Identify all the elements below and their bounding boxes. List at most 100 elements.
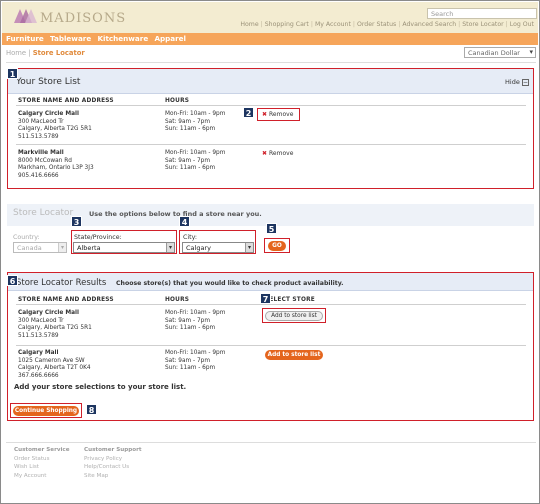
add-to-store-list-button[interactable]: Add to store list — [265, 311, 323, 321]
hide-label: Hide — [505, 78, 520, 86]
search-input[interactable]: Search — [427, 8, 537, 19]
hide-toggle[interactable]: Hide − — [505, 78, 529, 86]
footer-heading: Customer Support — [84, 447, 142, 453]
remove-button[interactable]: ✖ Remove — [262, 111, 293, 118]
breadcrumb-separator: | — [28, 49, 31, 57]
footer-customer-support: Customer Support Privacy Policy Help/Con… — [84, 446, 142, 480]
link-my-account[interactable]: My Account — [315, 21, 351, 28]
city-label: City: — [183, 234, 198, 241]
add-to-store-list-button[interactable]: Add to store list — [265, 350, 323, 360]
country-value: Canada — [17, 244, 42, 252]
hours-weekday: Mon-Fri: 10am - 9pm — [165, 150, 226, 156]
divider — [16, 144, 526, 145]
brand-name: MADISONS — [40, 10, 127, 26]
col-header-store: STORE NAME AND ADDRESS — [18, 297, 114, 303]
divider — [16, 345, 526, 346]
city-select[interactable]: Calgary ▾ — [182, 242, 254, 253]
store-name: Calgary Circle Mall — [18, 111, 79, 117]
footer-link[interactable]: Order Status — [14, 456, 50, 462]
hours-weekday: Mon-Fri: 10am - 9pm — [165, 111, 226, 117]
hours-saturday: Sat: 9am - 7pm — [165, 157, 210, 164]
footer-link[interactable]: Site Map — [84, 473, 108, 479]
footer-link[interactable]: My Account — [14, 473, 47, 479]
col-header-hours: HOURS — [165, 297, 190, 303]
nav-kitchenware[interactable]: Kitchenware — [97, 34, 148, 43]
footer-divider — [6, 442, 536, 443]
nav-tableware[interactable]: Tableware — [50, 34, 91, 43]
link-home[interactable]: Home — [240, 21, 258, 28]
footer-customer-service: Customer Service Order Status Wish List … — [14, 446, 70, 480]
results-title: Store Locator Results — [16, 278, 107, 288]
currency-select[interactable]: Canadian Dollar — [464, 47, 536, 58]
country-select[interactable]: Canada ▾ — [13, 242, 67, 253]
col-header-hours: HOURS — [165, 98, 190, 104]
link-shopping-cart[interactable]: Shopping Cart — [265, 21, 309, 28]
results-instruction: Choose store(s) that you would like to c… — [116, 280, 344, 287]
country-label: Country: — [13, 234, 40, 241]
page: MADISONS Search Home | Shopping Cart | My Ac… — [0, 0, 540, 504]
city-value: Calgary — [186, 244, 211, 252]
brand-logo[interactable]: MADISONS — [14, 8, 126, 28]
nav-apparel[interactable]: Apparel — [154, 34, 186, 43]
remove-label: Remove — [269, 111, 294, 118]
store-city: Calgary, Alberta T2T 0K4 — [18, 365, 91, 371]
store-list-panel: Your Store List Hide − STORE NAME AND AD… — [7, 68, 534, 189]
store-name: Calgary Circle Mall — [18, 310, 79, 316]
footer-link[interactable]: Privacy Policy — [84, 456, 122, 462]
callout-6: 6 — [7, 275, 18, 286]
store-phone: 511.513.5789 — [18, 133, 59, 140]
hours-sunday: Sun: 11am - 6pm — [165, 165, 216, 171]
store-address: 8000 McCowan Rd — [18, 157, 72, 164]
chevron-down-icon: ▾ — [58, 243, 66, 252]
collapse-icon: − — [521, 78, 529, 86]
locator-title: Store Locator — [13, 208, 74, 218]
footer-link[interactable]: Help/Contact Us — [84, 464, 129, 470]
hours-sunday: Sun: 11am - 6pm — [165, 325, 216, 331]
store-list-item: Markville Mall 8000 McCowan Rd Markham, … — [18, 150, 94, 180]
add-selections-text: Add your store selections to your store … — [14, 383, 187, 391]
hours-sunday: Sun: 11am - 6pm — [165, 365, 216, 371]
state-value: Alberta — [77, 244, 101, 252]
remove-icon: ✖ — [262, 111, 268, 118]
store-phone: 905.416.6666 — [18, 172, 59, 179]
store-address: 300 MacLeod Tr — [18, 317, 64, 324]
store-city: Markham, Ontario L3P 3J3 — [18, 165, 94, 171]
hours-sunday: Sun: 11am - 6pm — [165, 126, 216, 132]
col-header-store: STORE NAME AND ADDRESS — [18, 98, 114, 104]
go-button[interactable]: GO — [268, 241, 286, 251]
footer-link[interactable]: Wish List — [14, 464, 39, 470]
callout-3: 3 — [71, 216, 82, 227]
remove-button[interactable]: ✖ Remove — [262, 150, 293, 157]
remove-label: Remove — [269, 150, 294, 157]
store-name: Calgary Mall — [18, 350, 59, 356]
store-hours: Mon-Fri: 10am - 9pm Sat: 9am - 7pm Sun: … — [165, 150, 225, 173]
result-item: Calgary Circle Mall 300 MacLeod Tr Calga… — [18, 310, 92, 340]
store-phone: 367.666.6666 — [18, 372, 59, 379]
state-select[interactable]: Alberta ▾ — [73, 242, 175, 253]
callout-5: 5 — [266, 223, 277, 234]
locator-instruction: Use the options below to find a store ne… — [89, 210, 262, 218]
hours-weekday: Mon-Fri: 10am - 9pm — [165, 350, 226, 356]
header-bar: MADISONS Search Home | Shopping Cart | My Ac… — [2, 2, 538, 33]
callout-4: 4 — [179, 216, 190, 227]
link-order-status[interactable]: Order Status — [357, 21, 396, 28]
top-links: Home | Shopping Cart | My Account | Order Stat… — [240, 21, 534, 28]
chevron-down-icon: ▾ — [245, 243, 253, 252]
continue-shopping-button[interactable]: Continue Shopping — [13, 406, 79, 416]
state-label: State/Province: — [74, 234, 122, 241]
link-advanced-search[interactable]: Advanced Search — [402, 21, 456, 28]
breadcrumb-home[interactable]: Home — [6, 49, 26, 57]
store-list-item: Calgary Circle Mall 300 MacLeod Tr Calga… — [18, 111, 92, 141]
store-list-title: Your Store List — [16, 77, 81, 87]
nav-furniture[interactable]: Furniture — [6, 34, 44, 43]
link-log-out[interactable]: Log Out — [510, 21, 534, 28]
store-address: 300 MacLeod Tr — [18, 118, 64, 125]
footer-heading: Customer Service — [14, 447, 70, 453]
col-header-select: SELECT STORE — [265, 297, 315, 303]
store-hours: Mon-Fri: 10am - 9pm Sat: 9am - 7pm Sun: … — [165, 111, 225, 134]
store-phone: 511.513.5789 — [18, 332, 59, 339]
result-item: Calgary Mall 1025 Cameron Ave SW Calgary… — [18, 350, 91, 380]
callout-7: 7 — [260, 293, 271, 304]
link-store-locator[interactable]: Store Locator — [462, 21, 503, 28]
callout-1: 1 — [7, 68, 18, 79]
